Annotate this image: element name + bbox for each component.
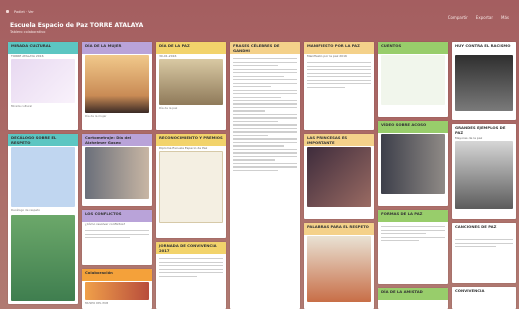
post-image[interactable] bbox=[455, 141, 513, 209]
post-subtitle: 30-01-2016 bbox=[159, 54, 177, 58]
post-subtitle: Diploma Escuela Espacio de Paz bbox=[159, 146, 208, 150]
post-card[interactable]: MIRADA CULTURAL TORRE ATALAYA 2016 Mirad… bbox=[8, 42, 78, 130]
post-card[interactable]: MANIFIESTO POR LA PAZ Manifiesto por la … bbox=[304, 42, 374, 130]
post-card[interactable]: RECONOCIMIENTO Y PREMIOS Diploma Escuela… bbox=[156, 134, 226, 238]
post-title: MANIFIESTO POR LA PAZ bbox=[304, 42, 374, 54]
post-title: DECÁLOGO SOBRE EL RESPETO bbox=[8, 134, 78, 146]
post-title: MIRADA CULTURAL bbox=[8, 42, 78, 54]
post-title: JORNADA DE CONVIVENCIA 2017 bbox=[156, 242, 226, 254]
post-title: GRANDES EJEMPLOS DE PAZ bbox=[452, 124, 516, 136]
post-title: PALABRAS PARA EL RESPETO bbox=[304, 223, 374, 235]
post-card[interactable]: DÍA DE LA MUJER Día de la mujer bbox=[82, 42, 152, 130]
post-footer: Decálogo de respeto bbox=[11, 208, 40, 212]
post-title: RECONOCIMIENTO Y PREMIOS bbox=[156, 134, 226, 146]
post-card[interactable]: CONVIVENCIA bbox=[452, 287, 516, 309]
post-title: FRASES CÉLEBRES DE GANDHI bbox=[230, 42, 300, 54]
post-card[interactable]: CANCIONES DE PAZ bbox=[452, 223, 516, 283]
page-title: Escuela Espacio de Paz TORRE ATALAYA bbox=[10, 22, 144, 29]
post-title: DÍA DE LA PAZ bbox=[156, 42, 226, 54]
header-bar: Padlet · Ver Escuela Espacio de Paz TORR… bbox=[0, 0, 519, 38]
post-title: CONVIVENCIA bbox=[452, 287, 516, 299]
breadcrumb: Padlet · Ver bbox=[14, 10, 34, 14]
post-card[interactable]: LOS CONFLICTOS ¿Cómo resolver conflictos… bbox=[82, 210, 152, 265]
video-thumbnail[interactable] bbox=[381, 134, 445, 194]
post-card[interactable]: JORNADA DE CONVIVENCIA 2017 bbox=[156, 242, 226, 309]
post-image[interactable] bbox=[11, 214, 75, 301]
more-button[interactable]: Más bbox=[501, 15, 509, 20]
post-title: HUY CONTRA EL RACISMO bbox=[452, 42, 516, 54]
post-image[interactable] bbox=[85, 55, 149, 113]
post-title: LAS PRINCESAS ES IMPORTANTE bbox=[304, 134, 374, 146]
page-subtitle: Tablero colaborativo bbox=[10, 30, 46, 34]
post-image[interactable] bbox=[85, 282, 149, 300]
post-image[interactable] bbox=[381, 55, 445, 105]
post-title: VÍDEO SOBRE ACOSO bbox=[378, 121, 448, 133]
post-footer: MUSEO DEL PUB bbox=[85, 301, 109, 305]
post-title: Cortometraje: Día del Alzheimer Gaseo bbox=[82, 134, 152, 146]
share-button[interactable]: Compartir bbox=[448, 15, 468, 20]
post-title: DÍA DE LA MUJER bbox=[82, 42, 152, 54]
post-card[interactable]: VÍDEO SOBRE ACOSO bbox=[378, 121, 448, 206]
video-thumbnail[interactable] bbox=[85, 147, 149, 199]
post-card[interactable]: GRANDES EJEMPLOS DE PAZ Mayores de la pa… bbox=[452, 124, 516, 219]
post-footer: Día de la mujer bbox=[85, 114, 107, 118]
post-title: CUENTOS bbox=[378, 42, 448, 54]
post-title: Colaboración bbox=[82, 269, 152, 281]
post-footer: Mirada cultural bbox=[11, 104, 33, 108]
post-image[interactable] bbox=[307, 236, 371, 302]
post-card[interactable]: HUY CONTRA EL RACISMO bbox=[452, 42, 516, 120]
post-card[interactable]: PALABRAS PARA EL RESPETO bbox=[304, 223, 374, 309]
video-thumbnail[interactable] bbox=[307, 147, 371, 207]
post-title: FORMAS DE LA PAZ bbox=[378, 210, 448, 222]
post-card[interactable]: LAS PRINCESAS ES IMPORTANTE bbox=[304, 134, 374, 219]
padlet-logo-icon[interactable] bbox=[6, 10, 9, 13]
diploma-image[interactable] bbox=[159, 151, 223, 223]
post-card[interactable]: CUENTOS bbox=[378, 42, 448, 117]
post-title: DÍA DE LA AMISTAD bbox=[378, 288, 448, 300]
post-subtitle: TORRE ATALAYA 2016 bbox=[11, 54, 44, 58]
post-card[interactable]: DÍA DE LA AMISTAD bbox=[378, 288, 448, 309]
export-button[interactable]: Exportar bbox=[476, 15, 493, 20]
post-image[interactable] bbox=[455, 55, 513, 111]
post-card[interactable]: FORMAS DE LA PAZ bbox=[378, 210, 448, 284]
post-card[interactable]: Cortometraje: Día del Alzheimer Gaseo bbox=[82, 134, 152, 206]
post-title: LOS CONFLICTOS bbox=[82, 210, 152, 222]
post-footer: Día de la paz bbox=[159, 106, 178, 110]
post-card[interactable]: FRASES CÉLEBRES DE GANDHI bbox=[230, 42, 300, 309]
post-card[interactable]: DECÁLOGO SOBRE EL RESPETO Decálogo de re… bbox=[8, 134, 78, 304]
post-image[interactable] bbox=[11, 147, 75, 207]
post-card[interactable]: DÍA DE LA PAZ 30-01-2016 Día de la paz bbox=[156, 42, 226, 130]
post-image[interactable] bbox=[11, 59, 75, 103]
post-image[interactable] bbox=[159, 59, 223, 105]
post-card[interactable]: Colaboración MUSEO DEL PUB bbox=[82, 269, 152, 309]
post-subtitle: Mayores de la paz bbox=[455, 136, 483, 140]
post-title: CANCIONES DE PAZ bbox=[452, 223, 516, 235]
